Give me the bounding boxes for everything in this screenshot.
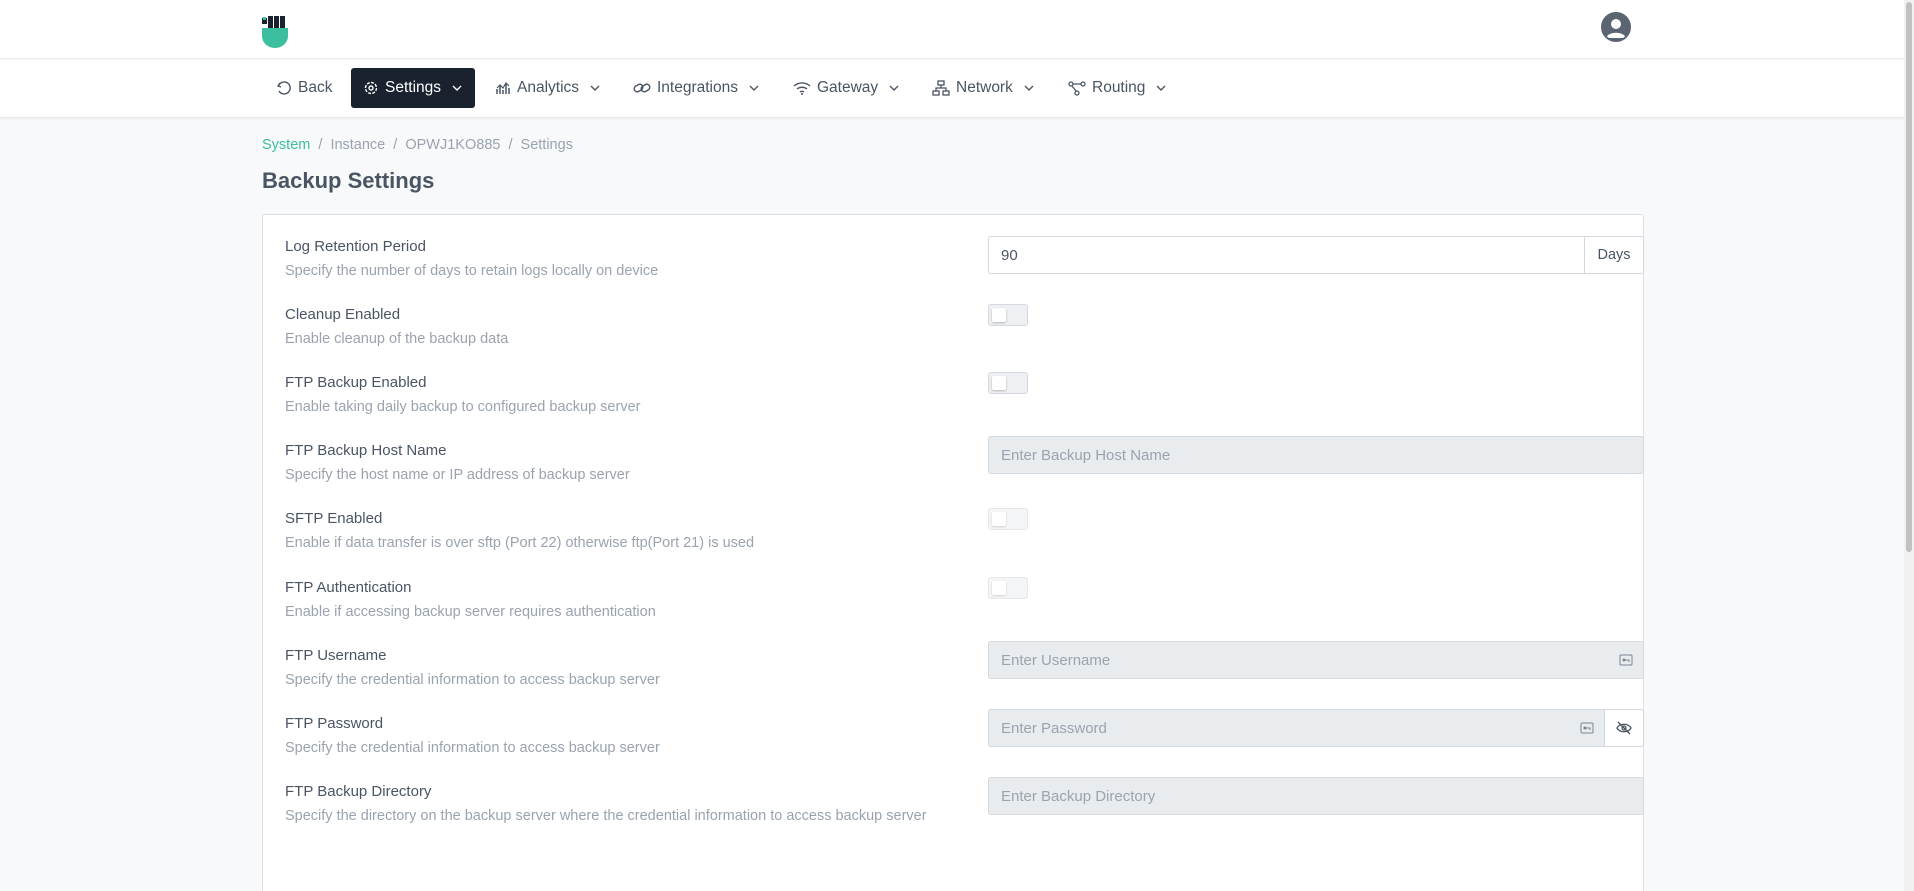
- ftp-auth-row: FTP Authentication Enable if accessing b…: [285, 577, 1621, 623]
- password-description: Specify the credential information to ac…: [285, 740, 660, 756]
- backup-settings-card: Log Retention Period Specify the number …: [262, 214, 1644, 891]
- username-row: FTP Username Specify the credential info…: [285, 641, 1644, 691]
- toggle-knob: [992, 308, 1006, 322]
- nav-settings[interactable]: Settings: [351, 68, 476, 108]
- toggle-password-visibility-button[interactable]: [1605, 709, 1644, 747]
- page-title: Backup Settings: [262, 168, 435, 193]
- gear-icon: [364, 81, 378, 95]
- directory-description: Specify the directory on the backup serv…: [285, 808, 927, 824]
- network-icon: [932, 80, 950, 96]
- nav-routing[interactable]: Routing: [1056, 68, 1179, 108]
- analytics-icon: [496, 82, 510, 94]
- breadcrumb-system[interactable]: System: [262, 137, 310, 153]
- main-navigation: Back Settings Analytics Integrations Gat…: [0, 60, 1904, 118]
- nav-analytics[interactable]: Analytics: [483, 68, 613, 108]
- breadcrumb-instance: Instance: [330, 137, 386, 153]
- password-placeholder: Enter Password: [1001, 719, 1107, 737]
- chevron-down-icon: [1156, 85, 1166, 91]
- breadcrumb: System / Instance / OPWJ1KO885 / Setting…: [262, 137, 573, 153]
- breadcrumb-device: OPWJ1KO885: [405, 137, 501, 153]
- chevron-down-icon: [889, 85, 899, 91]
- nav-settings-label: Settings: [385, 79, 442, 96]
- log-retention-description: Specify the number of days to retain log…: [285, 263, 659, 279]
- breadcrumb-separator: /: [318, 137, 323, 153]
- nav-routing-label: Routing: [1092, 79, 1146, 96]
- toggle-knob: [992, 376, 1006, 390]
- breadcrumb-current: Settings: [520, 137, 573, 153]
- cleanup-description: Enable cleanup of the backup data: [285, 331, 509, 347]
- nav-back-label: Back: [298, 79, 333, 96]
- ftp-backup-toggle[interactable]: [988, 372, 1028, 394]
- sftp-description: Enable if data transfer is over sftp (Po…: [285, 535, 755, 551]
- log-retention-row: Log Retention Period Specify the number …: [285, 236, 1644, 282]
- host-name-description: Specify the host name or IP address of b…: [285, 467, 630, 483]
- breadcrumb-separator: /: [393, 137, 398, 153]
- cleanup-row: Cleanup Enabled Enable cleanup of the ba…: [285, 304, 1621, 350]
- eye-off-icon: [1616, 721, 1632, 735]
- username-description: Specify the credential information to ac…: [285, 672, 660, 688]
- sftp-row: SFTP Enabled Enable if data transfer is …: [285, 508, 1621, 554]
- sftp-label: SFTP Enabled: [285, 510, 383, 527]
- toggle-knob: [992, 581, 1006, 595]
- top-header: [0, 0, 1904, 59]
- cleanup-toggle[interactable]: [988, 304, 1028, 326]
- page-scrollbar[interactable]: [1904, 0, 1914, 891]
- nav-network-label: Network: [956, 79, 1013, 96]
- cleanup-label: Cleanup Enabled: [285, 306, 401, 323]
- toggle-knob: [992, 512, 1006, 526]
- host-name-input[interactable]: Enter Backup Host Name: [988, 436, 1644, 474]
- sftp-toggle[interactable]: [988, 508, 1028, 530]
- nav-back[interactable]: Back: [264, 68, 344, 108]
- log-retention-unit: Days: [1584, 237, 1643, 273]
- nav-analytics-label: Analytics: [517, 79, 580, 96]
- directory-row: FTP Backup Directory Specify the directo…: [285, 777, 1644, 827]
- ftp-backup-description: Enable taking daily backup to configured…: [285, 399, 641, 415]
- wifi-icon: [793, 82, 811, 95]
- ftp-auth-description: Enable if accessing backup server requir…: [285, 604, 656, 620]
- undo-icon: [276, 81, 291, 95]
- nav-integrations-label: Integrations: [657, 79, 738, 96]
- chevron-down-icon: [452, 85, 462, 91]
- ftp-backup-label: FTP Backup Enabled: [285, 374, 427, 391]
- username-input[interactable]: Enter Username: [988, 641, 1644, 679]
- user-avatar[interactable]: [1601, 12, 1631, 42]
- ftp-auth-label: FTP Authentication: [285, 579, 412, 596]
- chevron-down-icon: [749, 85, 759, 91]
- chevron-down-icon: [1024, 85, 1034, 91]
- log-retention-input[interactable]: 90: [989, 237, 1584, 273]
- host-name-row: FTP Backup Host Name Specify the host na…: [285, 436, 1644, 486]
- ftp-backup-row: FTP Backup Enabled Enable taking daily b…: [285, 372, 1621, 418]
- password-row: FTP Password Specify the credential info…: [285, 709, 1644, 759]
- nav-integrations[interactable]: Integrations: [621, 68, 772, 108]
- autofill-key-icon[interactable]: [1619, 654, 1633, 666]
- routing-icon: [1068, 81, 1086, 96]
- nav-network[interactable]: Network: [920, 68, 1047, 108]
- username-placeholder: Enter Username: [1001, 651, 1111, 669]
- app-logo[interactable]: [262, 16, 290, 48]
- autofill-key-icon[interactable]: [1580, 722, 1594, 734]
- directory-input[interactable]: Enter Backup Directory: [988, 777, 1644, 815]
- breadcrumb-separator: /: [508, 137, 513, 153]
- ftp-auth-toggle[interactable]: [988, 577, 1028, 599]
- link-icon: [633, 83, 651, 93]
- nav-gateway[interactable]: Gateway: [781, 68, 912, 108]
- password-input-group: Enter Password: [988, 709, 1644, 747]
- nav-gateway-label: Gateway: [817, 79, 879, 96]
- chevron-down-icon: [590, 85, 600, 91]
- scrollbar-thumb[interactable]: [1906, 2, 1912, 552]
- password-input[interactable]: Enter Password: [988, 709, 1606, 747]
- log-retention-input-group: 90 Days: [988, 236, 1644, 274]
